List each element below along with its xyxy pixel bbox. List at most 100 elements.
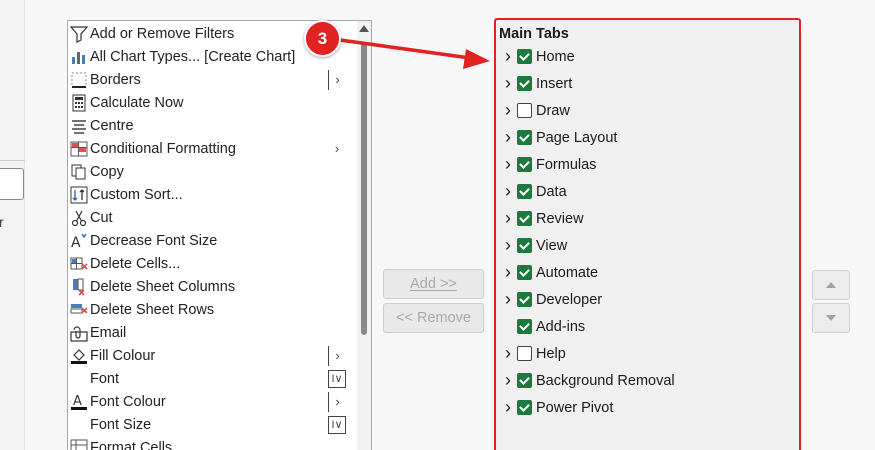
- command-item[interactable]: Font I∨: [68, 367, 358, 390]
- move-down-button[interactable]: [812, 303, 850, 333]
- command-item[interactable]: Conditional Formatting ›: [68, 137, 358, 160]
- commands-list[interactable]: Format Cells Font Size I∨ A Font Colour › Font…: [67, 20, 372, 450]
- tab-item[interactable]: › Help: [496, 340, 796, 367]
- scroll-up-arrow-icon[interactable]: [359, 25, 369, 32]
- tab-item[interactable]: › Page Layout: [496, 124, 796, 151]
- command-label: Calculate Now: [90, 94, 184, 111]
- tab-checkbox[interactable]: [517, 346, 532, 361]
- expand-chevron-icon[interactable]: ›: [501, 46, 515, 67]
- command-label: Font Colour: [90, 393, 166, 410]
- tab-label: Add-ins: [536, 318, 586, 335]
- tab-checkbox[interactable]: [517, 184, 532, 199]
- tab-label: Help: [536, 345, 566, 362]
- command-item[interactable]: Cut: [68, 206, 358, 229]
- expand-chevron-icon[interactable]: ›: [501, 181, 515, 202]
- expand-chevron-icon[interactable]: ›: [501, 73, 515, 94]
- command-item[interactable]: A Decrease Font Size: [68, 229, 358, 252]
- filter-icon: [68, 23, 90, 45]
- tab-label: Automate: [536, 264, 599, 281]
- command-item[interactable]: Copy: [68, 160, 358, 183]
- move-down-icon: [826, 315, 836, 321]
- command-item[interactable]: Delete Sheet Rows: [68, 298, 358, 321]
- command-label: Centre: [90, 117, 134, 134]
- expand-chevron-icon[interactable]: ›: [501, 370, 515, 391]
- tab-label: Data: [536, 183, 567, 200]
- tab-checkbox[interactable]: [517, 238, 532, 253]
- tab-checkbox[interactable]: [517, 49, 532, 64]
- tab-checkbox[interactable]: [517, 76, 532, 91]
- tab-label: Background Removal: [536, 372, 675, 389]
- tab-item[interactable]: › Formulas: [496, 151, 796, 178]
- expand-chevron-icon[interactable]: ›: [501, 343, 515, 364]
- tab-checkbox[interactable]: [517, 292, 532, 307]
- blank-icon: [68, 414, 90, 436]
- remove-button[interactable]: << Remove: [383, 303, 484, 333]
- decrease-font-icon: A: [68, 230, 90, 252]
- tab-item[interactable]: › Draw: [496, 97, 796, 124]
- command-item[interactable]: Centre: [68, 114, 358, 137]
- command-item[interactable]: Format Cells: [68, 436, 358, 450]
- submenu-arrow-icon: ›: [328, 69, 346, 90]
- command-item[interactable]: Email: [68, 321, 358, 344]
- move-up-button[interactable]: [812, 270, 850, 300]
- sort-icon: [68, 184, 90, 206]
- command-item[interactable]: Delete Sheet Columns: [68, 275, 358, 298]
- expand-chevron-icon[interactable]: ›: [501, 397, 515, 418]
- expand-chevron-icon[interactable]: ›: [501, 262, 515, 283]
- delete-cells-icon: [68, 253, 90, 275]
- tab-checkbox[interactable]: [517, 400, 532, 415]
- move-up-icon: [826, 282, 836, 288]
- commands-scrollbar[interactable]: [357, 21, 371, 450]
- add-button[interactable]: Add >>: [383, 269, 484, 299]
- expand-chevron-icon[interactable]: ›: [501, 100, 515, 121]
- tab-checkbox[interactable]: [517, 130, 532, 145]
- command-item[interactable]: Font Size I∨: [68, 413, 358, 436]
- format-cells-icon: [68, 437, 90, 450]
- expand-chevron-icon[interactable]: ›: [501, 154, 515, 175]
- remove-button-label: << Remove: [396, 310, 471, 326]
- add-button-label: Add >>: [410, 276, 457, 292]
- command-item[interactable]: A Font Colour ›: [68, 390, 358, 413]
- expand-chevron-icon[interactable]: ›: [501, 289, 515, 310]
- tab-checkbox[interactable]: [517, 211, 532, 226]
- expand-chevron-icon[interactable]: ›: [501, 208, 515, 229]
- submenu-arrow-icon: ›: [328, 345, 346, 366]
- tab-label: Home: [536, 48, 575, 65]
- command-label: Conditional Formatting: [90, 140, 236, 157]
- tab-item[interactable]: › View: [496, 232, 796, 259]
- tab-item[interactable]: › Review: [496, 205, 796, 232]
- tab-checkbox[interactable]: [517, 319, 532, 334]
- command-item[interactable]: Calculate Now: [68, 91, 358, 114]
- sidebar-text-fragment: r: [0, 214, 4, 230]
- tab-item[interactable]: ›Add-ins: [496, 313, 796, 340]
- command-label: Cut: [90, 209, 113, 226]
- tab-checkbox[interactable]: [517, 157, 532, 172]
- tab-item[interactable]: › Data: [496, 178, 796, 205]
- tab-checkbox[interactable]: [517, 373, 532, 388]
- tab-item[interactable]: › Insert: [496, 70, 796, 97]
- command-item[interactable]: Delete Cells...: [68, 252, 358, 275]
- tab-item[interactable]: › Power Pivot: [496, 394, 796, 421]
- expand-chevron-icon[interactable]: ›: [501, 235, 515, 256]
- main-tabs-list[interactable]: Main Tabs › Home › Insert › Draw › Page Layout ›…: [494, 18, 801, 450]
- tab-item[interactable]: › Home: [496, 43, 796, 70]
- command-item[interactable]: Fill Colour ›: [68, 344, 358, 367]
- tab-label: Page Layout: [536, 129, 618, 146]
- tab-item[interactable]: › Developer: [496, 286, 796, 313]
- tab-checkbox[interactable]: [517, 265, 532, 280]
- command-item[interactable]: Custom Sort...: [68, 183, 358, 206]
- combo-box-icon: I∨: [328, 369, 346, 388]
- command-label: Borders: [90, 71, 141, 88]
- tab-item[interactable]: › Background Removal: [496, 367, 796, 394]
- tab-item[interactable]: › Automate: [496, 259, 796, 286]
- tab-label: View: [536, 237, 568, 254]
- command-item[interactable]: Borders ›: [68, 68, 358, 91]
- scroll-thumb[interactable]: [361, 43, 367, 335]
- expand-chevron-icon[interactable]: ›: [501, 127, 515, 148]
- sidebar-input-fragment[interactable]: [0, 168, 24, 200]
- tab-checkbox[interactable]: [517, 103, 532, 118]
- command-label: Email: [90, 324, 127, 341]
- step-callout-badge: 3: [304, 20, 341, 57]
- email-icon: [68, 322, 90, 344]
- delete-columns-icon: [68, 276, 90, 298]
